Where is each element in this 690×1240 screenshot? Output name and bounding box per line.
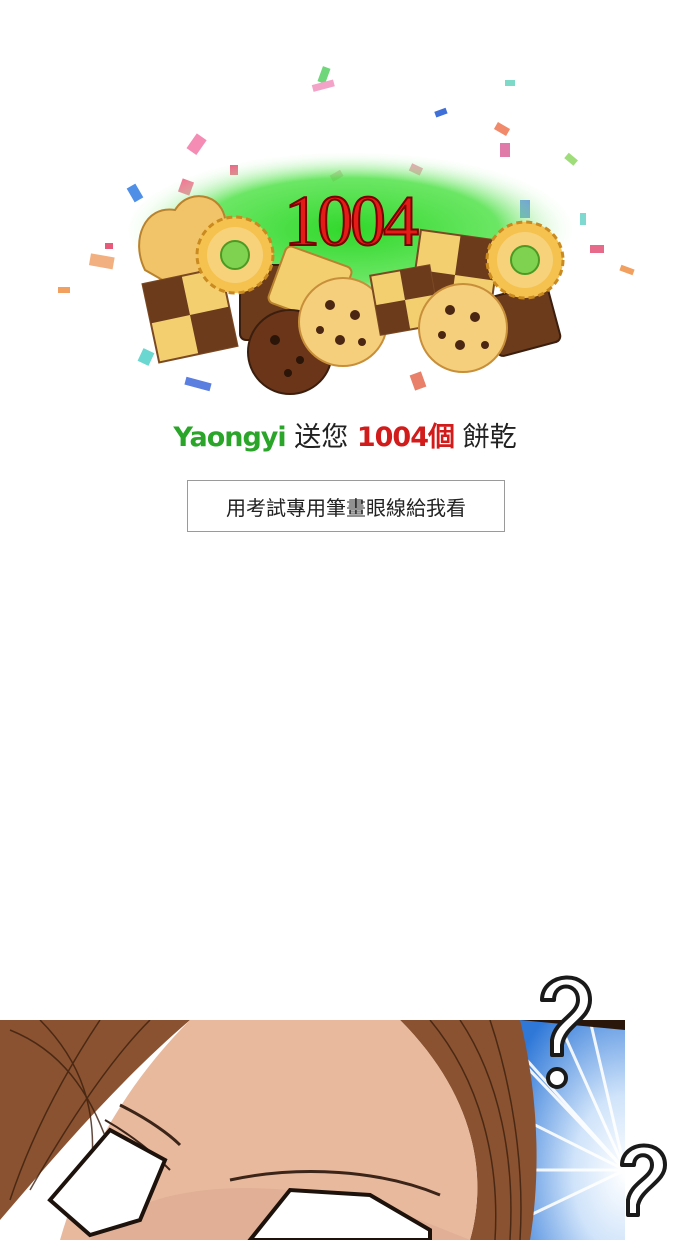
sent-you-text: 送您: [285, 422, 357, 453]
gift-count-number: 1004: [284, 181, 418, 261]
sender-name: Yaongyi: [173, 422, 286, 453]
cookie-word: 餅乾: [453, 422, 517, 453]
question-mark-icon: [540, 975, 667, 1217]
cookie-count: 1004個: [356, 422, 455, 453]
cookie-gift-illustration: 1004: [58, 66, 635, 395]
webtoon-page: 1004 Yaongyi 送您 1004個 餅乾 用考試專用筆畫眼線給我看: [0, 0, 690, 1240]
gift-message: Yaongyi 送您 1004個 餅乾: [0, 418, 690, 458]
gift-caption-box: 用考試專用筆畫眼線給我看: [187, 480, 505, 532]
